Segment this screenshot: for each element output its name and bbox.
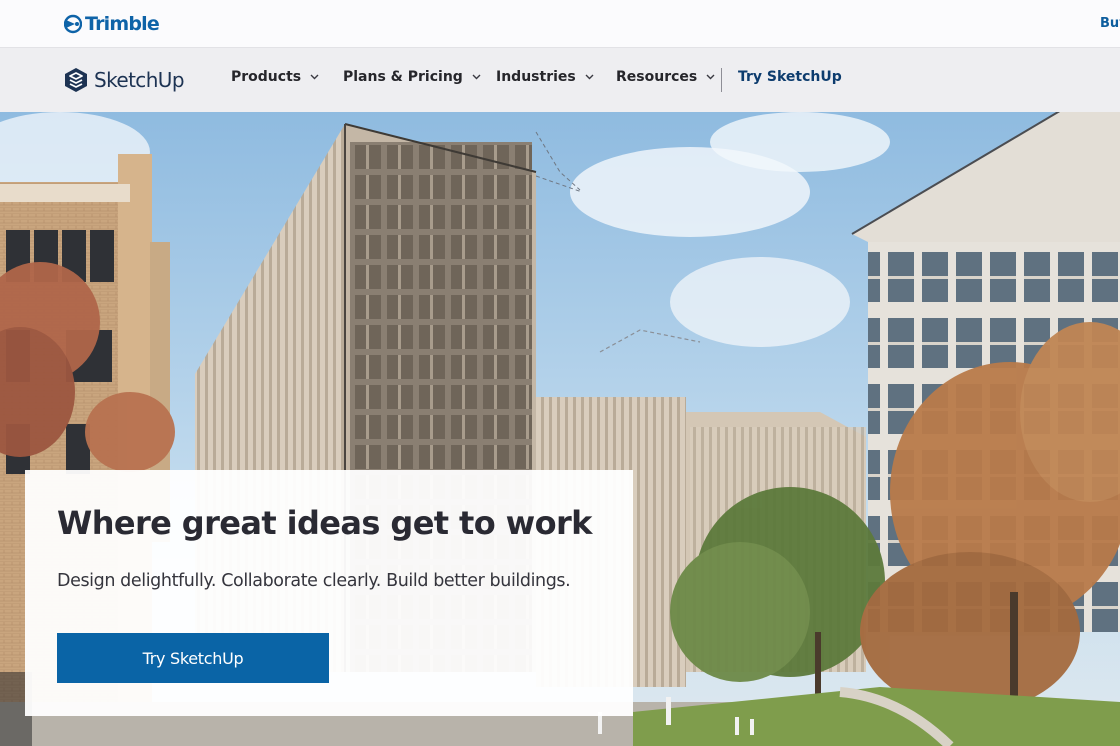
sketchup-logo-icon [65,68,87,92]
chevron-down-icon [706,74,715,80]
buy-link[interactable]: Buy [1100,16,1120,31]
trimble-logo-icon [64,14,82,34]
chevron-down-icon [585,74,594,80]
chevron-down-icon [310,74,319,80]
nav-try-sketchup-link[interactable]: Try SketchUp [738,69,842,85]
hero-section: Where great ideas get to work Design del… [0,112,1120,746]
nav-plans-pricing[interactable]: Plans & Pricing [343,69,481,85]
nav-products[interactable]: Products [231,69,319,85]
trimble-wordmark: Trimble [85,13,160,35]
chevron-down-icon [472,74,481,80]
trimble-topbar: Trimble Buy [0,0,1120,48]
nav-plans-pricing-label: Plans & Pricing [343,69,463,85]
trimble-logo[interactable]: Trimble [64,13,160,35]
nav-resources-label: Resources [616,69,698,85]
nav-industries[interactable]: Industries [496,69,594,85]
nav-products-label: Products [231,69,302,85]
hero-subtitle: Design delightfully. Collaborate clearly… [57,571,571,591]
sketchup-wordmark: SketchUp [94,68,185,92]
nav-resources[interactable]: Resources [616,69,715,85]
sketchup-logo[interactable]: SketchUp [64,67,185,93]
nav-industries-label: Industries [496,69,576,85]
hero-card: Where great ideas get to work Design del… [25,470,633,716]
nav-divider [721,68,722,92]
hero-title: Where great ideas get to work [57,504,592,542]
main-nav: SketchUp Products Plans & Pricing Indust… [0,48,1120,112]
try-sketchup-button[interactable]: Try SketchUp [57,633,329,683]
